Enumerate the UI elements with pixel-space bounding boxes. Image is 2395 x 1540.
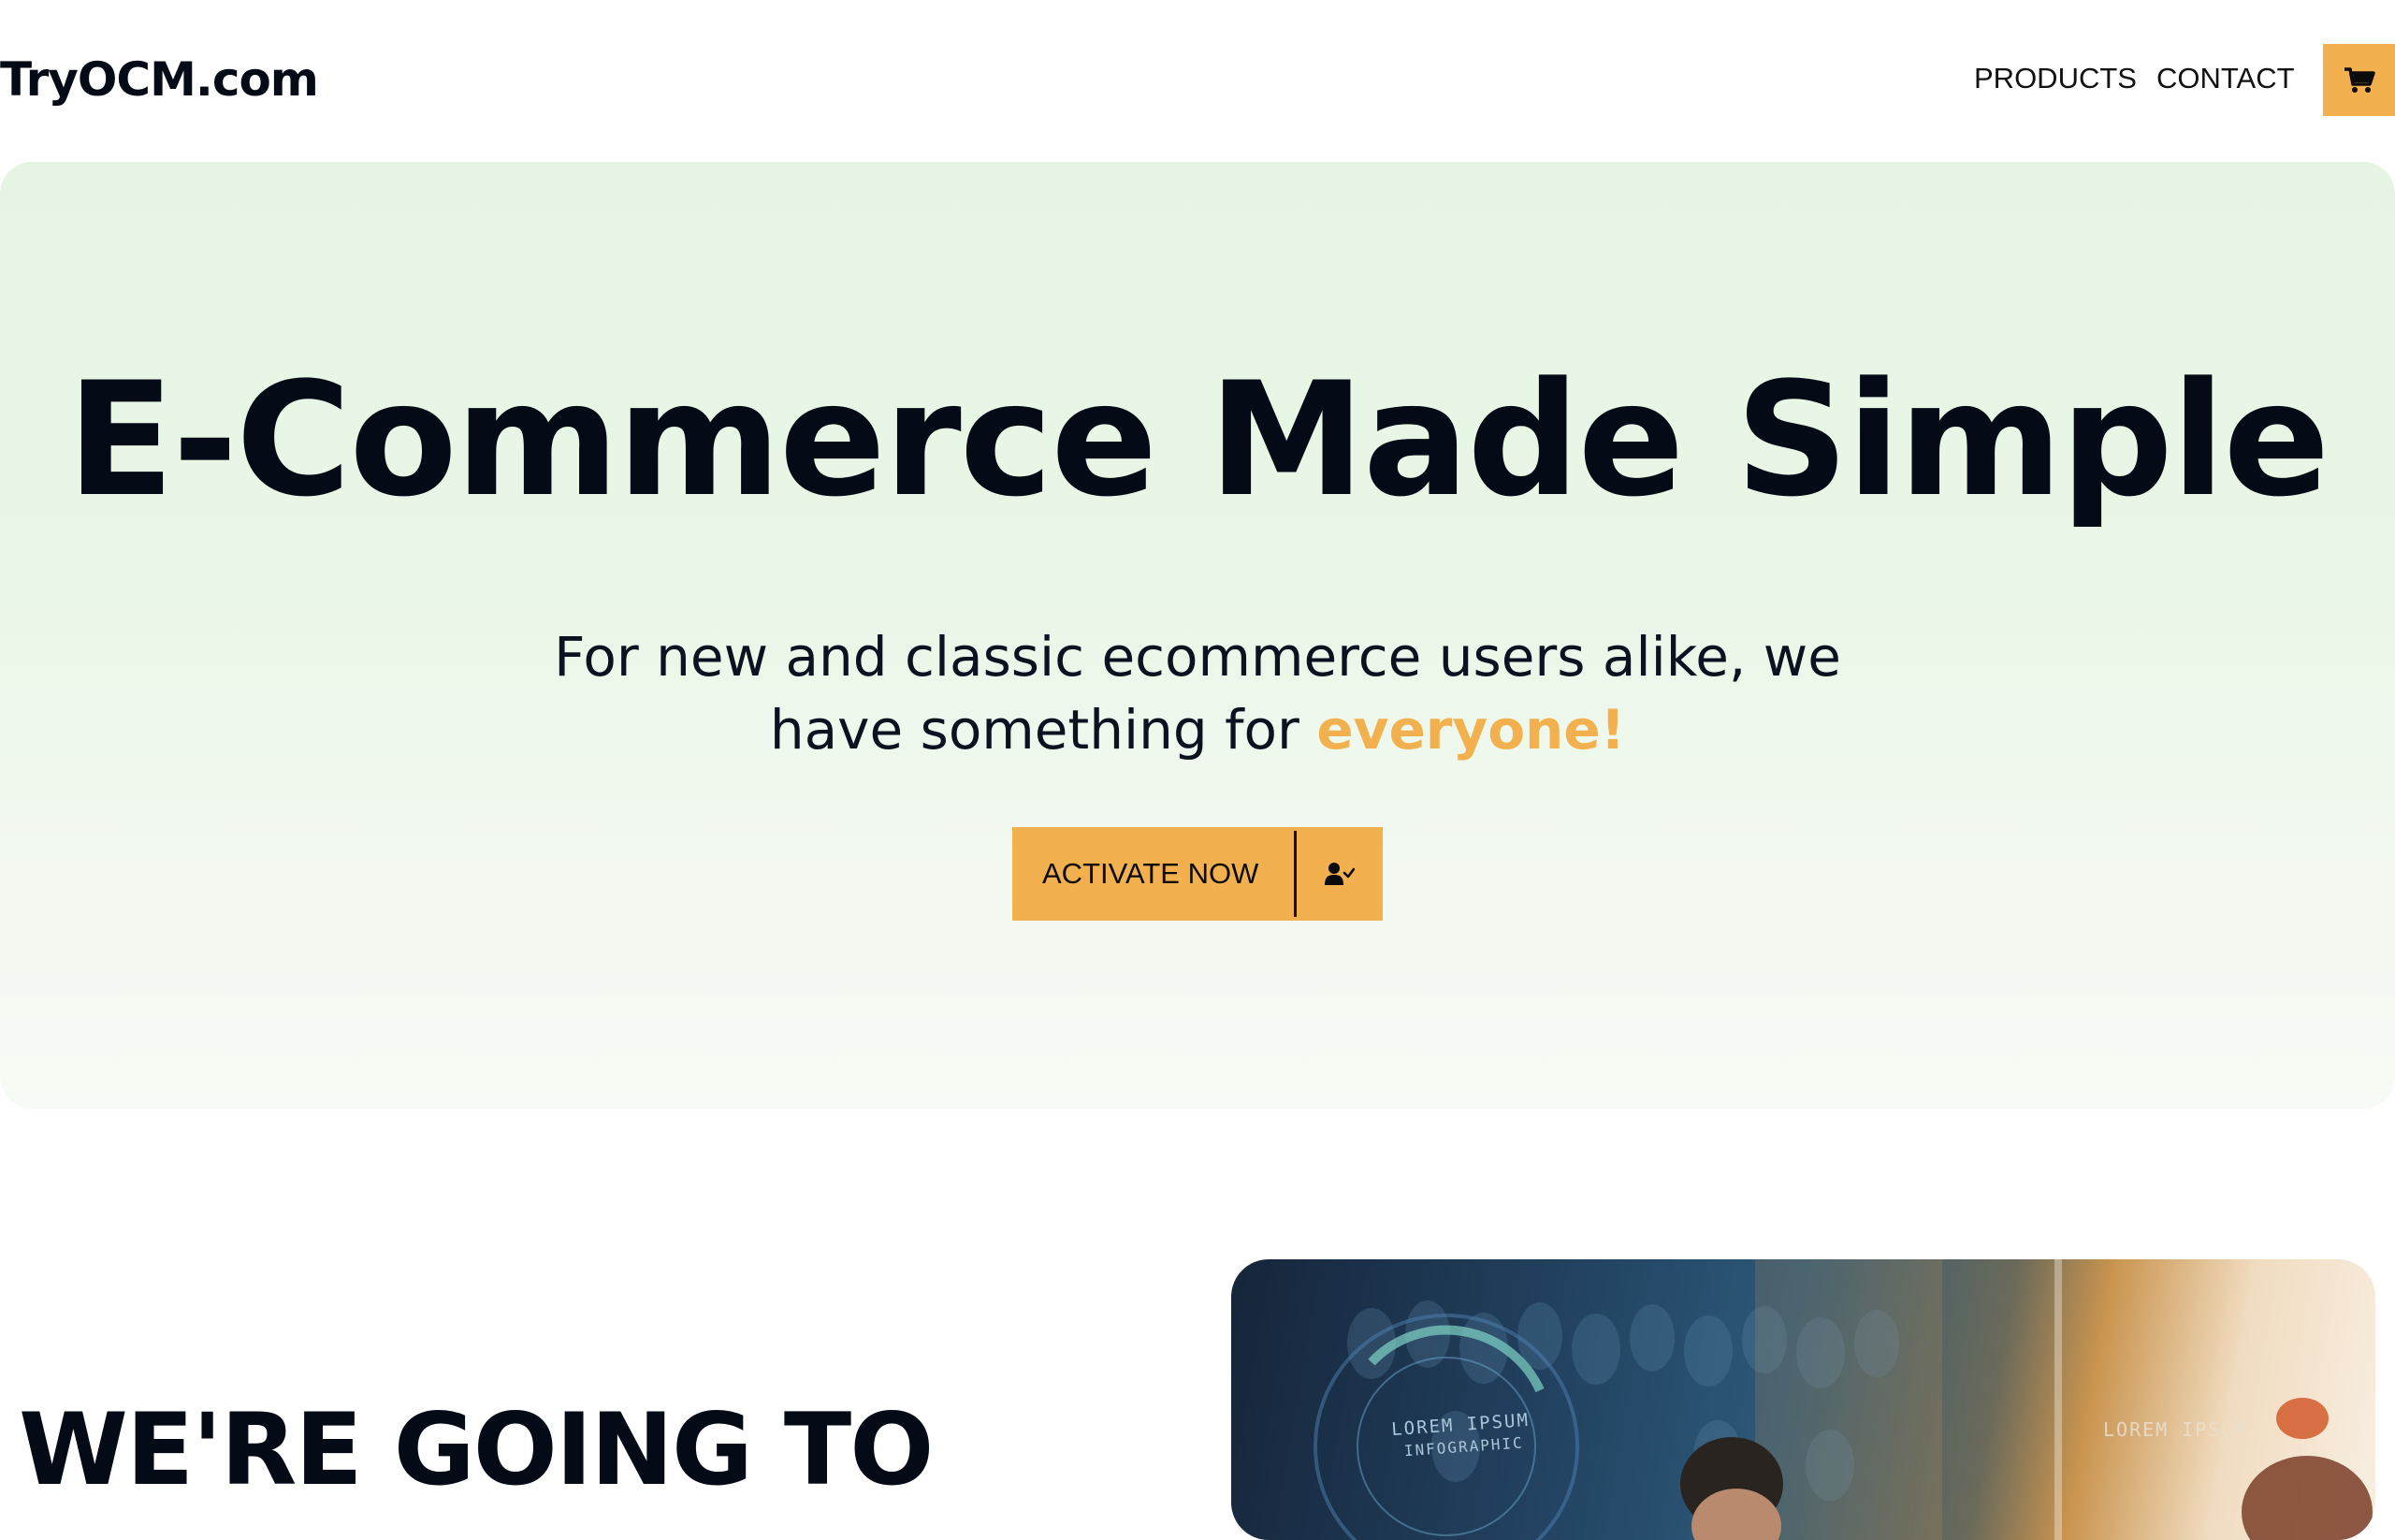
photo-infographic-text: LOREM IPSUM INFOGRAPHIC	[1391, 1409, 1532, 1463]
hero-subtitle-line1: For new and classic ecommerce users alik…	[554, 625, 1841, 689]
activate-now-button[interactable]: ACTIVATE NOW	[1012, 827, 1383, 921]
nav-products-link[interactable]: PRODUCTS	[1974, 60, 2137, 97]
hero-subtitle-accent: everyone!	[1316, 698, 1626, 762]
photo-caption-right: LOREM IPSUM	[2103, 1418, 2248, 1441]
site-header: TryOCM.com PRODUCTS CONTACT	[0, 0, 2395, 159]
about-heading: WE'RE GOING TO	[19, 1392, 934, 1507]
cart-icon	[2344, 66, 2375, 93]
user-check-icon	[1297, 827, 1383, 921]
hero-section: E-Commerce Made Simple For new and class…	[0, 162, 2395, 1109]
hero-subtitle-line2: have something for	[769, 698, 1299, 762]
nav-contact-link[interactable]: CONTACT	[2156, 60, 2295, 97]
cart-button[interactable]	[2323, 44, 2395, 116]
activate-now-label: ACTIVATE NOW	[1042, 857, 1259, 890]
team-photo: LOREM IPSUM INFOGRAPHIC LOREM IPSUM	[1231, 1259, 2375, 1540]
brand-logo[interactable]: TryOCM.com	[0, 49, 319, 110]
hero-title: E-Commerce Made Simple	[66, 348, 2330, 531]
hero-subtitle: For new and classic ecommerce users alik…	[524, 620, 1871, 766]
